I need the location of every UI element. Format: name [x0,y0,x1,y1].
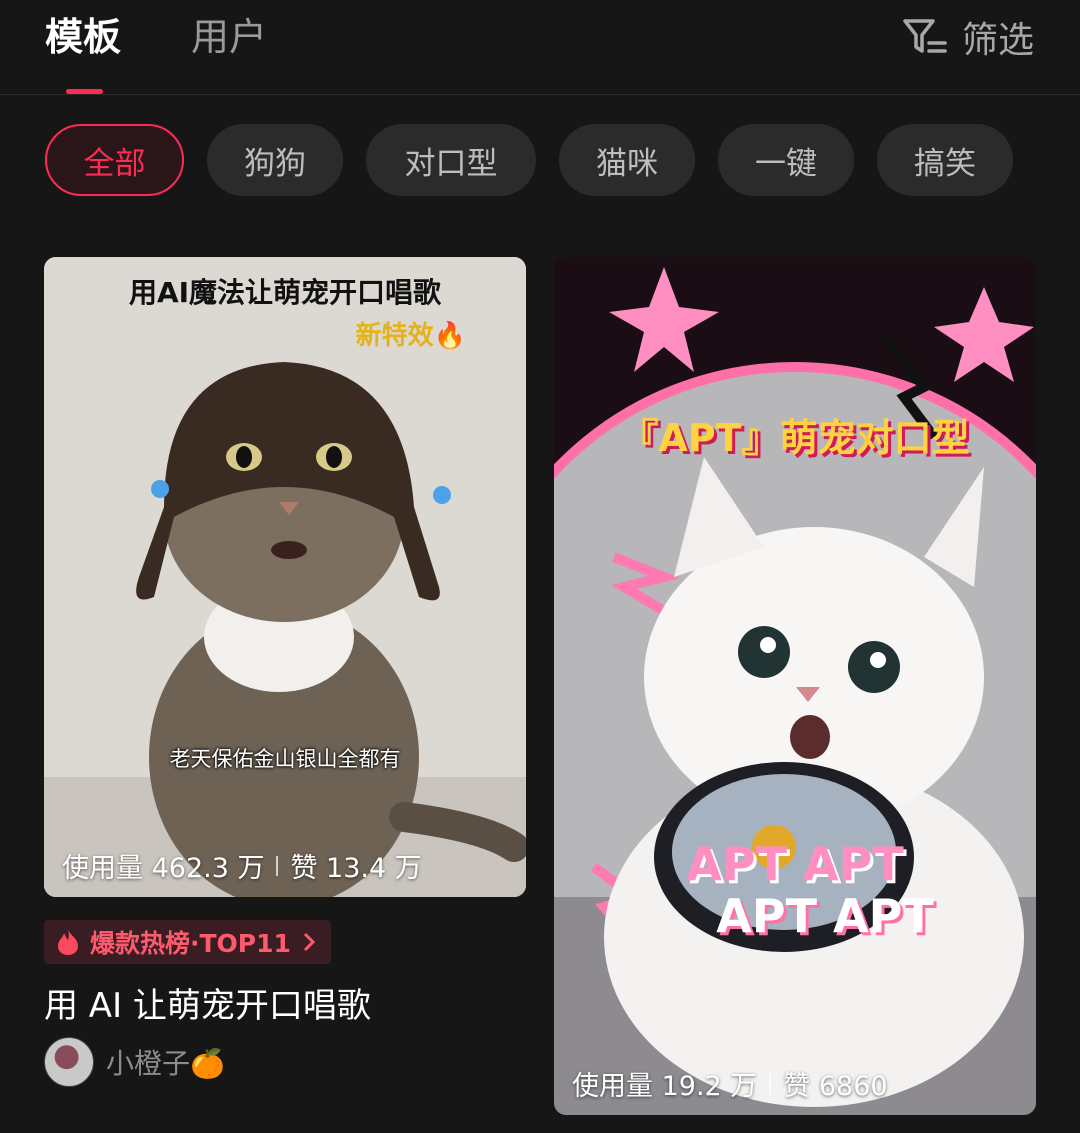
card-2-usage: 使用量 19.2 万 [572,1071,758,1102]
card-2-likes: 赞 6860 [783,1071,888,1102]
tab-templates[interactable]: 模板 [45,12,121,62]
stats-divider [769,1073,772,1094]
rank-badge[interactable]: 爆款热榜·TOP11 [44,920,331,964]
card-1-subtitle: 老天保佑金山银山全都有 [169,747,401,771]
card-1-title[interactable]: 用 AI 让萌宠开口唱歌 [44,978,371,1027]
card-1-likes: 赞 13.4 万 [290,853,422,884]
card-2-overlay-title: 『APT』萌宠对口型 [620,416,970,460]
card-2-cover-image [554,257,1036,1115]
chip-one-click[interactable]: 一键 [718,124,854,196]
author-name: 小橙子🍊 [106,1047,225,1080]
fire-icon [58,929,78,955]
template-card-2[interactable]: 『APT』萌宠对口型 APT APT APT APT 使用量 19.2 万 赞 … [554,257,1036,1115]
card-1-stats: 使用量 462.3 万 赞 13.4 万 [62,846,422,885]
top-tab-bar: 模板 用户 筛选 [0,0,1080,95]
chip-all[interactable]: 全部 [45,124,184,196]
card-1-author[interactable]: 小橙子🍊 [44,1037,225,1087]
card-1-cover-image [44,257,526,897]
filter-label: 筛选 [961,20,1034,61]
rank-badge-label: 爆款热榜·TOP11 [90,929,291,958]
chevron-right-icon [303,932,316,952]
chip-lip-sync[interactable]: 对口型 [366,124,536,196]
chip-cats[interactable]: 猫咪 [559,124,695,196]
tab-users[interactable]: 用户 [191,12,267,62]
filter-button[interactable]: 筛选 [902,12,1034,62]
template-card-1[interactable]: 用AI魔法让萌宠开口唱歌 新特效🔥 老天保佑金山银山全都有 使用量 462.3 … [44,257,526,897]
avatar [44,1037,94,1087]
card-1-overlay-title: 用AI魔法让萌宠开口唱歌 [128,276,442,309]
chip-dogs[interactable]: 狗狗 [207,124,343,196]
card-2-overlay-text-2: APT APT [716,889,934,943]
card-2-stats: 使用量 19.2 万 赞 6860 [572,1064,888,1103]
stats-divider [276,855,279,876]
chip-funny[interactable]: 搞笑 [877,124,1013,196]
card-1-usage: 使用量 462.3 万 [62,853,265,884]
filter-icon [903,19,947,53]
card-1-overlay-tag: 新特效🔥 [355,321,466,351]
active-tab-indicator [66,89,103,94]
card-2-overlay-text-1: APT APT [686,837,904,891]
